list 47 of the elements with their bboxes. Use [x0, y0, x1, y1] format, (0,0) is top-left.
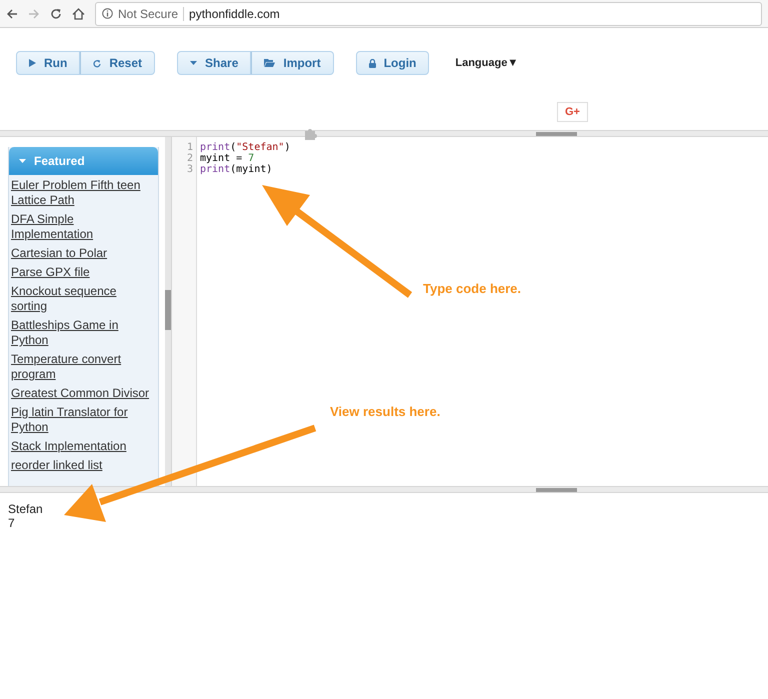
- forward-icon[interactable]: [28, 8, 40, 20]
- caret-icon: [19, 159, 26, 163]
- lock-icon: [368, 58, 376, 68]
- social-button[interactable]: G+: [557, 102, 588, 122]
- featured-link[interactable]: Stack Implementation: [11, 439, 150, 454]
- featured-link[interactable]: Pig latin Translator for Python: [11, 405, 150, 435]
- info-icon: [102, 8, 113, 19]
- toolbar-button[interactable]: Import: [251, 51, 334, 75]
- featured-link[interactable]: Greatest Common Divisor: [11, 386, 150, 401]
- featured-link[interactable]: DFA Simple Implementation: [11, 212, 150, 242]
- featured-link[interactable]: Euler Problem Fifth teen Lattice Path: [11, 178, 150, 208]
- code-line: myint = 7: [200, 153, 254, 164]
- back-icon[interactable]: [6, 8, 18, 20]
- caret-icon: [190, 61, 198, 65]
- puzzle-icon: [304, 127, 318, 141]
- toolbar-button[interactable]: Login: [356, 51, 430, 75]
- code-line: print("Stefan"): [200, 142, 290, 153]
- resize-handle[interactable]: [536, 488, 577, 492]
- panel-title: Featured: [34, 154, 85, 168]
- annotation-text: View results here.: [330, 404, 440, 419]
- security-label: Not Secure: [118, 6, 184, 20]
- line-number: 3: [186, 164, 194, 175]
- reload-icon: [93, 58, 102, 68]
- featured-link[interactable]: Knockout sequence sorting: [11, 284, 150, 314]
- toolbar-button[interactable]: Run: [16, 51, 80, 75]
- output-line: Stefan: [8, 502, 44, 516]
- resize-handle[interactable]: [536, 132, 577, 136]
- output-line: 7: [8, 516, 16, 530]
- url-text: pythonfiddle.com: [189, 6, 280, 20]
- toolbar-button[interactable]: Reset: [80, 51, 156, 75]
- play-icon: [29, 59, 36, 67]
- reload-icon[interactable]: [50, 8, 62, 20]
- line-number: 1: [186, 142, 194, 153]
- home-icon[interactable]: [72, 8, 85, 20]
- featured-link[interactable]: Battleships Game in Python: [11, 318, 150, 348]
- featured-link[interactable]: Cartesian to Polar: [11, 246, 150, 261]
- address-bar[interactable]: Not Secure pythonfiddle.com: [95, 2, 762, 26]
- toolbar-button[interactable]: Share: [177, 51, 252, 75]
- code-line: print(myint): [200, 164, 274, 175]
- folder-icon: [264, 59, 276, 67]
- featured-link[interactable]: reorder linked list: [11, 458, 150, 473]
- language-menu[interactable]: Language▼: [455, 57, 518, 69]
- annotation-text: Type code here.: [423, 281, 522, 296]
- line-number: 2: [186, 153, 194, 164]
- scrollbar[interactable]: [165, 137, 171, 486]
- featured-link[interactable]: Temperature convert program: [11, 352, 150, 382]
- featured-link[interactable]: Parse GPX file: [11, 265, 150, 280]
